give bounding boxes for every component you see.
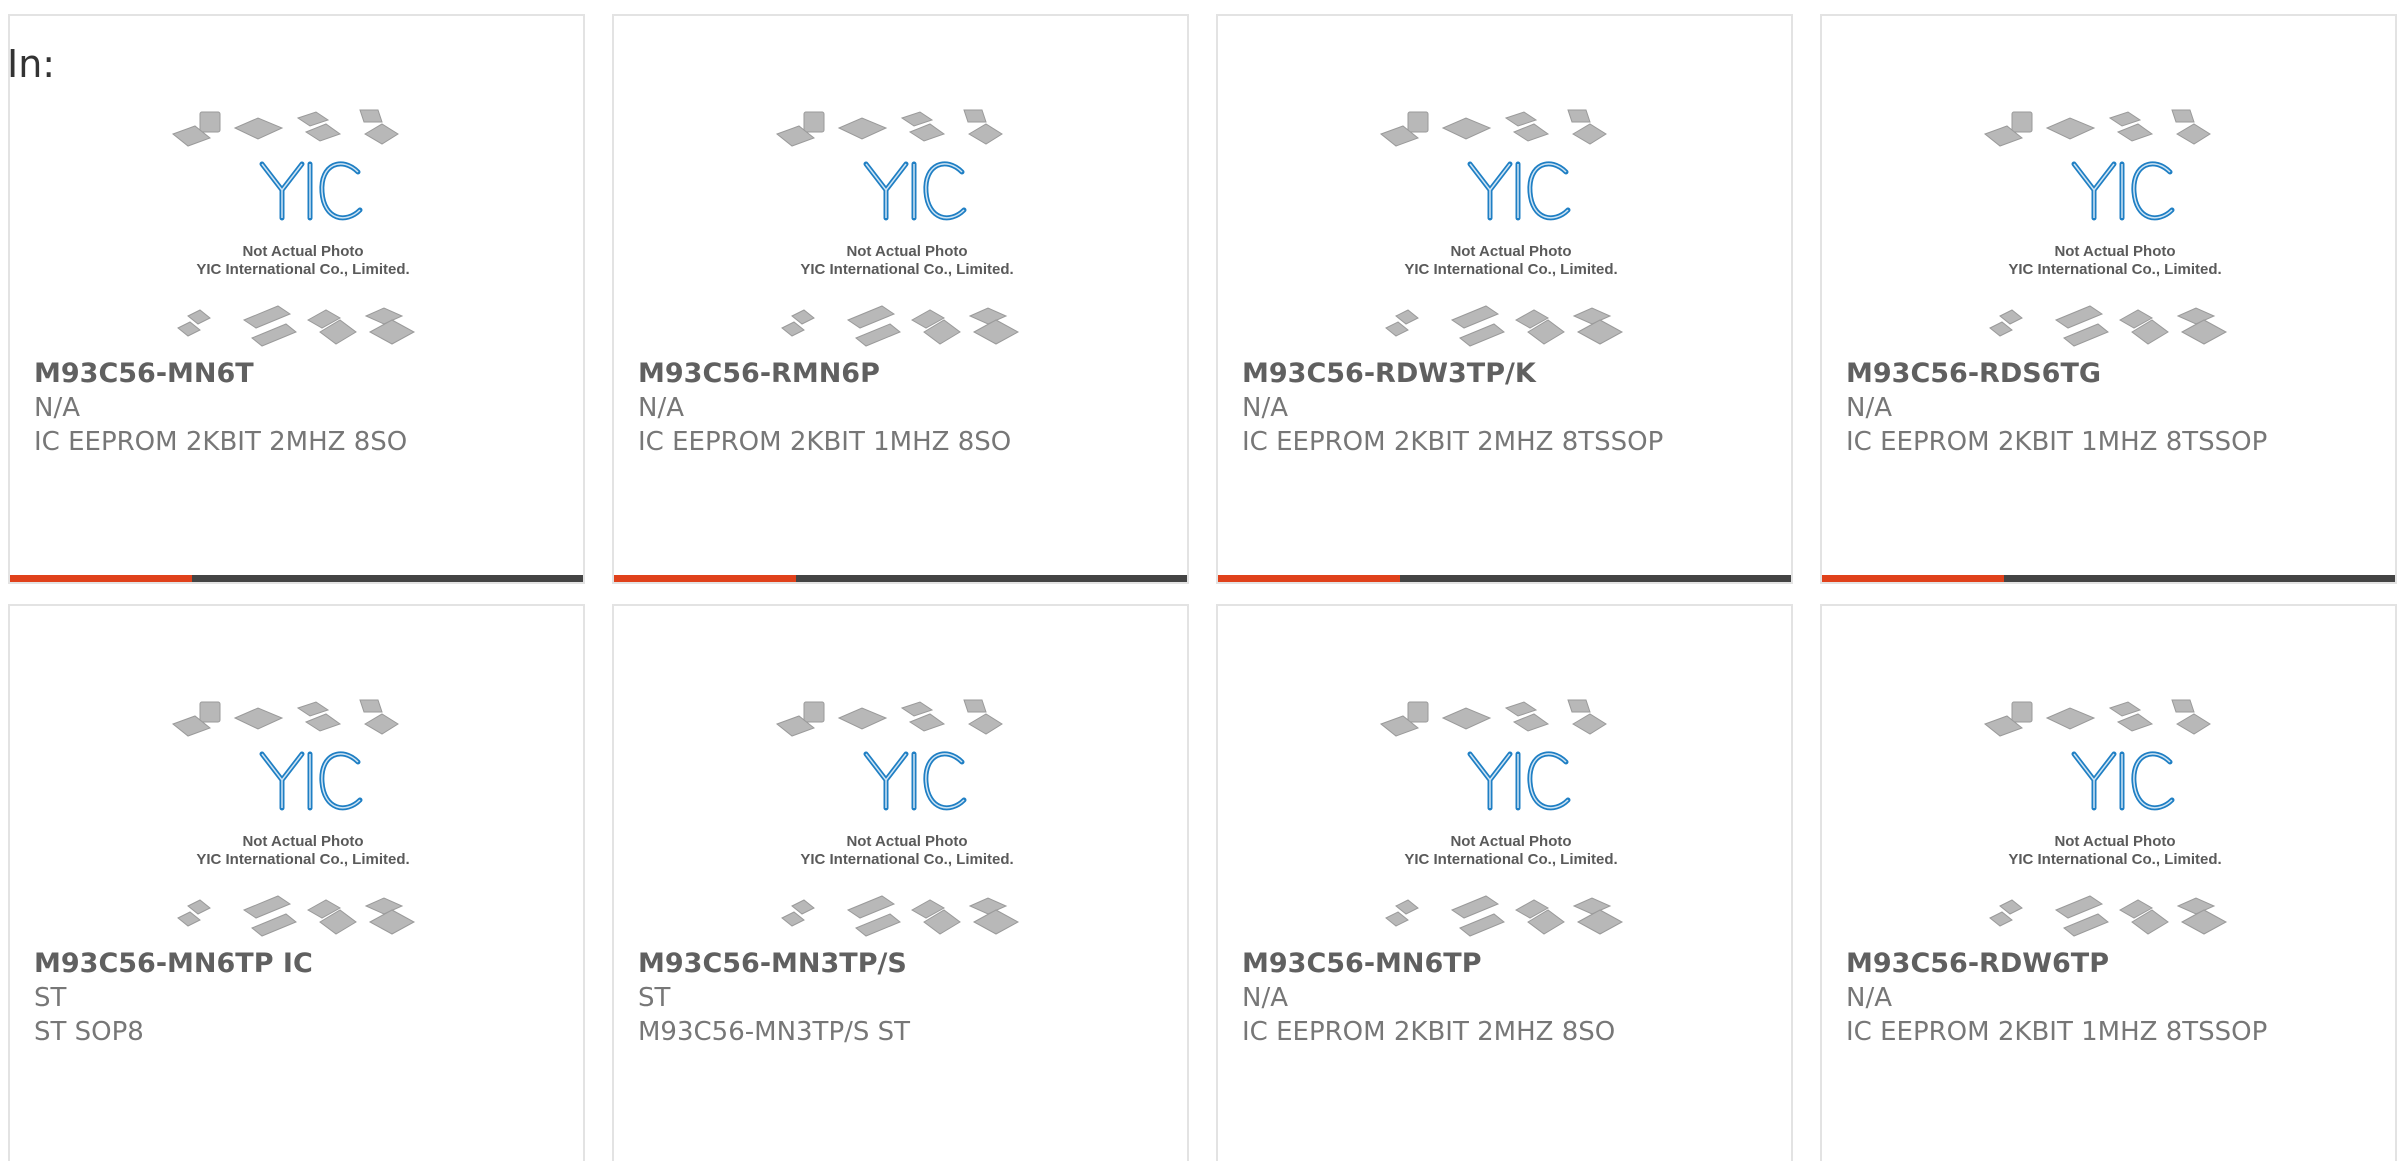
product-card[interactable]: Not Actual Photo YIC International Co., L…	[612, 604, 1189, 1161]
product-card[interactable]: Not Actual Photo YIC International Co., L…	[1216, 14, 1793, 584]
part-number-link[interactable]: M93C56-RDW6TP	[1846, 946, 2375, 981]
product-card[interactable]: Not Actual Photo YIC International Co., L…	[612, 14, 1189, 584]
manufacturer-text: ST	[638, 983, 671, 1013]
part-number-link[interactable]: M93C56-MN6T	[34, 356, 563, 391]
svg-text:Not Actual Photo: Not Actual Photo	[242, 243, 363, 260]
description-text: IC EEPROM 2KBIT 2MHZ 8SO	[1242, 1017, 1616, 1047]
manufacturer-text: N/A	[638, 393, 684, 423]
svg-text:YIC International Co., Limited: YIC International Co., Limited.	[196, 851, 409, 868]
placeholder-photo: Not Actual Photo YIC International Co., L…	[170, 696, 436, 946]
yic-placeholder-image: Not Actual PhotoYIC International Co., L…	[1379, 699, 1624, 937]
card-bottom-bar	[10, 575, 583, 582]
accent-bar	[1822, 575, 2004, 582]
product-card[interactable]: Not Actual Photo YIC International Co., L…	[1216, 604, 1793, 1161]
svg-text:YIC International Co., Limited: YIC International Co., Limited.	[1404, 261, 1617, 278]
manufacturer-text: N/A	[34, 393, 80, 423]
part-number-link[interactable]: M93C56-MN6TP	[1242, 946, 1771, 981]
svg-text:Not Actual Photo: Not Actual Photo	[1450, 833, 1571, 850]
product-card[interactable]: Not Actual Photo YIC International Co., L…	[1820, 14, 2397, 584]
placeholder-photo: Not Actual Photo YIC International Co., L…	[1982, 106, 2248, 356]
manufacturer-text: ST	[34, 983, 67, 1013]
product-grid-page: Not Actual Photo YIC International Co., L…	[0, 0, 2400, 1161]
manufacturer-text: N/A	[1242, 983, 1288, 1013]
svg-text:Not Actual Photo: Not Actual Photo	[2054, 243, 2175, 260]
description-text: IC EEPROM 2KBIT 1MHZ 8SO	[638, 427, 1012, 457]
product-card[interactable]: Not Actual Photo YIC International Co., L…	[1820, 604, 2397, 1161]
svg-text:YIC International Co., Limited: YIC International Co., Limited.	[1404, 851, 1617, 868]
placeholder-photo: Not Actual Photo YIC International Co., L…	[1982, 696, 2248, 946]
part-number-link[interactable]: M93C56-MN6TP IC	[34, 946, 563, 981]
placeholder-photo: Not Actual Photo YIC International Co., L…	[170, 106, 436, 356]
description-text: IC EEPROM 2KBIT 1MHZ 8TSSOP	[1846, 1017, 2268, 1047]
part-number-link[interactable]: M93C56-RDW3TP/K	[1242, 356, 1771, 391]
svg-text:Not Actual Photo: Not Actual Photo	[242, 833, 363, 850]
yic-placeholder-image: Not Actual PhotoYIC International Co., L…	[775, 699, 1020, 937]
accent-bar	[1218, 575, 1400, 582]
description-text: IC EEPROM 2KBIT 2MHZ 8TSSOP	[1242, 427, 1664, 457]
yic-placeholder-image: Not Actual PhotoYIC International Co., L…	[1379, 109, 1624, 347]
yic-placeholder-image: Not Actual PhotoYIC International Co., L…	[1983, 109, 2228, 347]
accent-bar	[10, 575, 192, 582]
placeholder-photo: Not Actual Photo YIC International Co., L…	[1378, 106, 1644, 356]
svg-text:YIC International Co., Limited: YIC International Co., Limited.	[2008, 261, 2221, 278]
accent-bar	[614, 575, 796, 582]
manufacturer-text: N/A	[1242, 393, 1288, 423]
placeholder-photo: Not Actual Photo YIC International Co., L…	[774, 696, 1040, 946]
svg-text:Not Actual Photo: Not Actual Photo	[846, 243, 967, 260]
svg-text:Not Actual Photo: Not Actual Photo	[846, 833, 967, 850]
description-text: IC EEPROM 2KBIT 1MHZ 8TSSOP	[1846, 427, 2268, 457]
svg-text:Not Actual Photo: Not Actual Photo	[2054, 833, 2175, 850]
svg-text:YIC International Co., Limited: YIC International Co., Limited.	[196, 261, 409, 278]
yic-placeholder-image: Not Actual PhotoYIC International Co., L…	[1983, 699, 2228, 937]
svg-text:YIC International Co., Limited: YIC International Co., Limited.	[800, 261, 1013, 278]
yic-placeholder-image: Not Actual PhotoYIC International Co., L…	[171, 699, 416, 937]
card-bottom-bar	[614, 575, 1187, 582]
description-text: IC EEPROM 2KBIT 2MHZ 8SO	[34, 427, 408, 457]
product-card[interactable]: Not Actual Photo YIC International Co., L…	[8, 604, 585, 1161]
svg-text:YIC International Co., Limited: YIC International Co., Limited.	[2008, 851, 2221, 868]
part-number-link[interactable]: M93C56-RDS6TG	[1846, 356, 2375, 391]
card-bottom-bar	[1218, 575, 1791, 582]
description-text: ST SOP8	[34, 1017, 144, 1047]
manufacturer-text: N/A	[1846, 983, 1892, 1013]
svg-text:YIC International Co., Limited: YIC International Co., Limited.	[800, 851, 1013, 868]
placeholder-photo: Not Actual Photo YIC International Co., L…	[1378, 696, 1644, 946]
description-text: M93C56-MN3TP/S ST	[638, 1017, 911, 1047]
product-card[interactable]: Not Actual Photo YIC International Co., L…	[8, 14, 585, 584]
placeholder-photo: Not Actual Photo YIC International Co., L…	[774, 106, 1040, 356]
yic-placeholder-image: Not Actual PhotoYIC International Co., L…	[171, 109, 416, 347]
card-bottom-bar	[1822, 575, 2395, 582]
yic-placeholder-image: Not Actual PhotoYIC International Co., L…	[775, 109, 1020, 347]
manufacturer-text: N/A	[1846, 393, 1892, 423]
filter-label: In:	[7, 42, 56, 86]
part-number-link[interactable]: M93C56-RMN6P	[638, 356, 1167, 391]
svg-text:Not Actual Photo: Not Actual Photo	[1450, 243, 1571, 260]
part-number-link[interactable]: M93C56-MN3TP/S	[638, 946, 1167, 981]
